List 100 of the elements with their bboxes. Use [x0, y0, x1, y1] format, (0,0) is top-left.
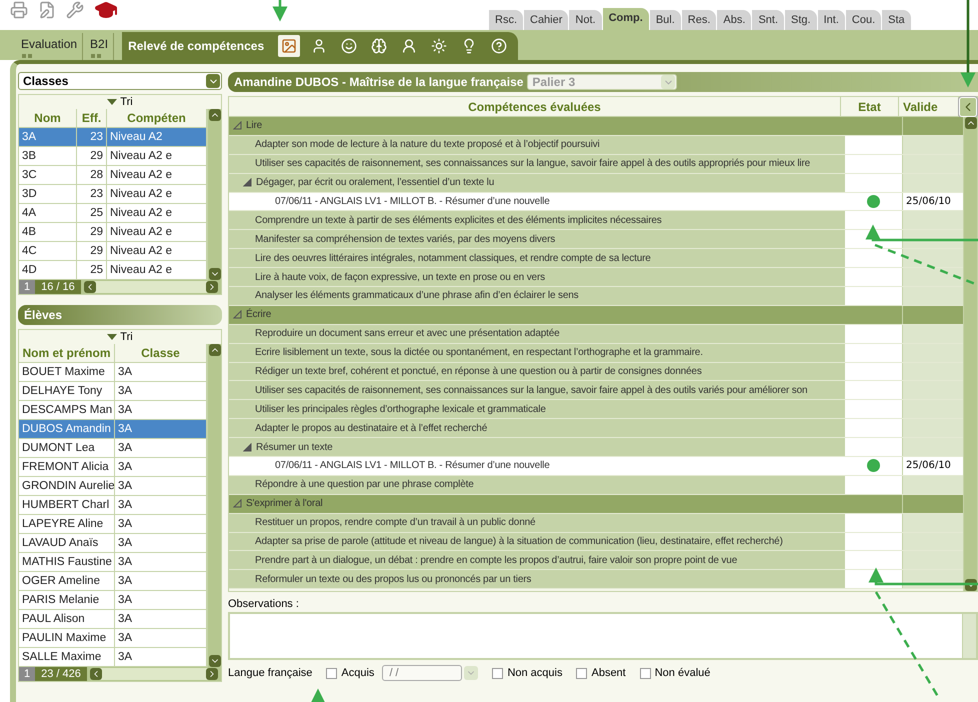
status-cell[interactable]: [845, 494, 903, 513]
table-row[interactable]: DUMONT Lea 3A: [19, 439, 207, 458]
tab[interactable]: Cahier: [524, 10, 568, 30]
table-row[interactable]: 4B 29 Niveau A2 e: [19, 223, 207, 242]
table-row[interactable]: 3B 29 Niveau A2 e: [19, 147, 207, 166]
competence-label: Dégager, par écrit ou oralement, l’essentiel d’un texte lu: [256, 177, 494, 188]
row-count: 23 / 426: [35, 667, 87, 681]
status-cell[interactable]: [845, 400, 903, 418]
tab[interactable]: Res.: [682, 10, 716, 30]
status-cell[interactable]: [845, 117, 903, 135]
table-row[interactable]: 3A 23 Niveau A2: [19, 128, 207, 147]
status-cell[interactable]: [845, 362, 903, 380]
edit-icon[interactable]: [38, 1, 56, 19]
table-row[interactable]: BOUET Maxime 3A: [19, 363, 207, 382]
scrollbar[interactable]: [207, 109, 221, 280]
sort-toggle[interactable]: Tri: [19, 330, 221, 344]
table-row[interactable]: DELHAYE Tony 3A: [19, 382, 207, 401]
table-row[interactable]: SALLE Maxime 3A: [19, 648, 207, 667]
status-cell[interactable]: [845, 324, 903, 343]
tab[interactable]: Snt.: [752, 10, 784, 30]
observations-field[interactable]: [228, 612, 978, 660]
expand-toggle-icon[interactable]: [243, 178, 252, 188]
status-cell[interactable]: [845, 268, 903, 286]
tab[interactable]: Abs.: [717, 10, 752, 30]
competence-label: Manifester sa compréhension de textes variés, par des moyens divers: [255, 234, 556, 245]
competence-label: Utiliser ses capacités de raisonnement, ses connaissances sur la langue, savoir faire appel à des outils appropriés pour mieux lire: [255, 158, 810, 170]
table-row[interactable]: OGER Ameline 3A: [19, 572, 207, 591]
tab[interactable]: Cou.: [846, 10, 882, 30]
evaluation-entry: 07/06/11 - ANGLAIS LV1 - MILLOT B. - Résumer d’une nouvelle: [275, 460, 550, 472]
table-row[interactable]: PARIS Melanie 3A: [19, 591, 207, 610]
table-row[interactable]: 4D 25 Niveau A2 e: [19, 261, 207, 280]
status-cell[interactable]: [845, 249, 903, 268]
status-cell[interactable]: [845, 192, 903, 210]
table-row[interactable]: PAUL Alison 3A: [19, 610, 207, 629]
status-cell[interactable]: [845, 476, 903, 494]
tools-icon[interactable]: [66, 1, 84, 19]
date-field[interactable]: / /: [382, 665, 462, 681]
sort-toggle[interactable]: Tri: [19, 95, 221, 109]
group-title: Lire: [246, 120, 262, 132]
table-row[interactable]: 3C 28 Niveau A2 e: [19, 166, 207, 185]
table-row[interactable]: LAPEYRE Aline 3A: [19, 515, 207, 534]
collapse-button[interactable]: [959, 97, 977, 117]
status-cell[interactable]: [845, 532, 903, 550]
status-cell[interactable]: [845, 438, 903, 456]
competence-label: Reproduire un document sans erreur et avec une présentation adaptée: [255, 328, 560, 340]
tab[interactable]: Comp.: [602, 8, 649, 30]
table-row[interactable]: DUBOS Amandin 3A: [19, 420, 207, 439]
status-cell[interactable]: [845, 306, 903, 324]
status-cell[interactable]: [845, 551, 903, 570]
group-title: Écrire: [246, 309, 272, 320]
table-row[interactable]: DESCAMPS Man 3A: [19, 401, 207, 420]
table-row[interactable]: 4C 29 Niveau A2 e: [19, 242, 207, 261]
callout-arrow: [272, 0, 288, 22]
tab[interactable]: Bul.: [650, 10, 681, 30]
tab[interactable]: Rsc.: [489, 10, 523, 30]
scrollbar[interactable]: [207, 344, 221, 667]
competence-label: Lire à haute voix, de façon expressive, un texte en prose ou en vers: [255, 272, 545, 283]
table-row[interactable]: LAVAUD Anaïs 3A: [19, 534, 207, 553]
print-icon[interactable]: [10, 1, 28, 19]
tab[interactable]: Relevé de compétences: [128, 39, 270, 53]
page-number: 1: [19, 280, 36, 294]
table-row[interactable]: PAULIN Maxime 3A: [19, 629, 207, 648]
status-checkbox[interactable]: Acquis: [326, 667, 374, 679]
competence-label: Répondre à une question par une phrase complète: [255, 479, 474, 490]
table-row[interactable]: MATHIS Faustine 3A: [19, 553, 207, 572]
status-checkbox[interactable]: Absent: [576, 667, 626, 679]
class-dropdown[interactable]: Classes: [18, 72, 222, 90]
validation-cell: 25/06/10: [903, 192, 963, 210]
observations-label: Observations :: [228, 598, 300, 610]
page-number: 1: [19, 667, 36, 681]
status-cell[interactable]: [845, 419, 903, 438]
expand-toggle-icon[interactable]: [243, 442, 252, 452]
horizontal-scrollbar[interactable]: [90, 668, 218, 680]
status-cell[interactable]: [845, 211, 903, 230]
scrollbar[interactable]: [963, 117, 977, 591]
table-row[interactable]: 4A 25 Niveau A2 e: [19, 204, 207, 223]
expand-toggle-icon[interactable]: [233, 121, 242, 130]
table-row[interactable]: GRONDIN Aurelie 3A: [19, 477, 207, 496]
tab[interactable]: Stg.: [785, 10, 817, 30]
table-row[interactable]: HUMBERT Charl 3A: [19, 496, 207, 515]
status-cell[interactable]: [845, 457, 903, 475]
status-cell[interactable]: [845, 136, 903, 154]
callout-arrow: [310, 688, 326, 702]
status-cell[interactable]: [845, 514, 903, 532]
expand-toggle-icon[interactable]: [233, 499, 242, 508]
status-cell[interactable]: [845, 287, 903, 305]
table-row[interactable]: 3D 23 Niveau A2 e: [19, 185, 207, 204]
status-cell[interactable]: [845, 381, 903, 400]
status-cell[interactable]: [845, 344, 903, 362]
horizontal-scrollbar[interactable]: [84, 281, 218, 293]
tab[interactable]: Sta: [882, 10, 911, 30]
tab[interactable]: Int.: [818, 10, 845, 30]
expand-toggle-icon[interactable]: [233, 310, 242, 320]
status-cell[interactable]: [845, 174, 903, 192]
competence-label: Rédiger un texte bref, cohérent et ponctué, en réponse à une question ou à partir de consignes données: [255, 366, 702, 378]
tab[interactable]: Not.: [569, 10, 602, 30]
status-checkbox[interactable]: Non acquis: [492, 667, 562, 679]
status-cell[interactable]: [845, 154, 903, 173]
status-checkbox[interactable]: Non évalué: [640, 667, 710, 679]
table-row[interactable]: FREMONT Alicia 3A: [19, 458, 207, 477]
